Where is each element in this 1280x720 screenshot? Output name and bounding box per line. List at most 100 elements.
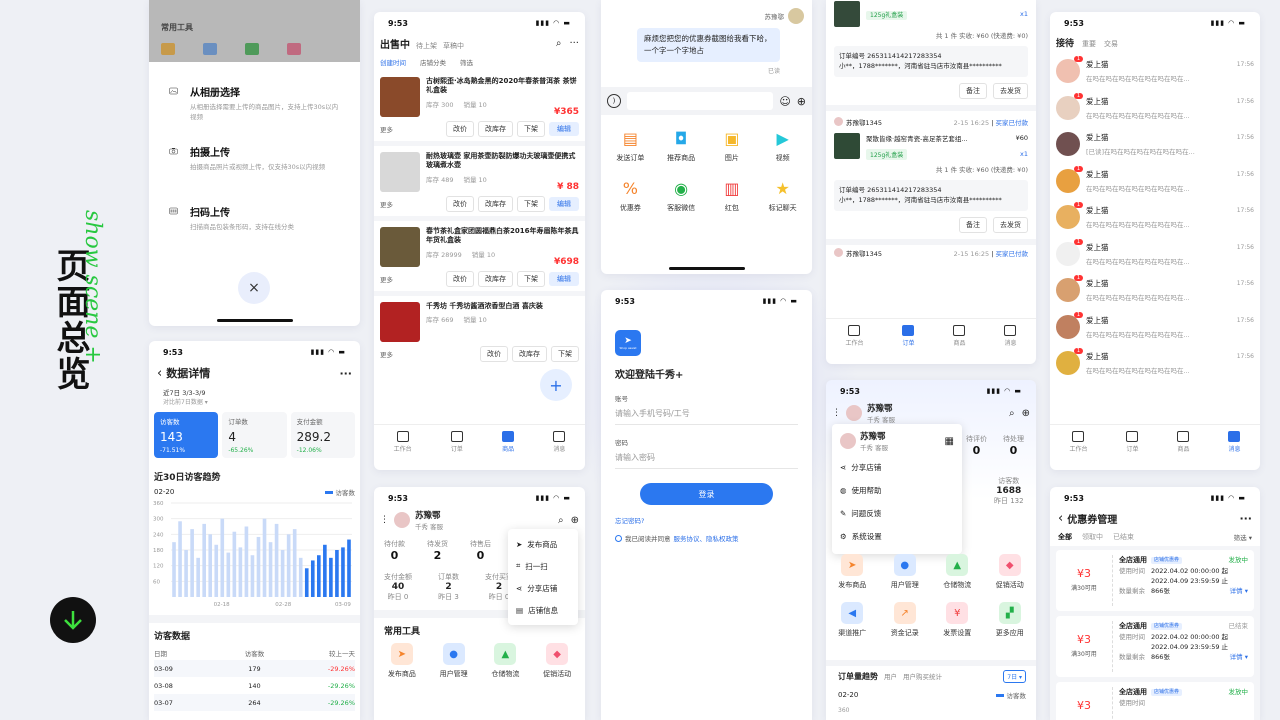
more-action[interactable]: 更多: [380, 199, 393, 209]
popup-help[interactable]: ◍ 使用帮助: [832, 479, 962, 502]
coupon-card[interactable]: ¥3 满30可用 全店通用 店铺优惠券 已结束 使用时间 2022.04.02 00:0…: [1056, 616, 1254, 677]
tab-all[interactable]: 全部: [1058, 532, 1072, 542]
tab-pending[interactable]: 待上架: [416, 41, 437, 51]
product-card[interactable]: 春节茶礼盒家团圆福鼎白茶2016年寿眉陈年茶具年货礼盒装 库存 28999 销量 …: [374, 221, 585, 291]
account-input[interactable]: 请输入手机号码/工号: [615, 403, 798, 425]
search-icon[interactable]: ⌕: [1009, 408, 1015, 419]
search-icon[interactable]: ⌕: [556, 38, 562, 49]
login-button[interactable]: 登录: [640, 483, 773, 505]
app-mark-chat[interactable]: ★ 标记聊天: [757, 177, 808, 213]
tool-promotion[interactable]: ◆ 促销活动: [531, 643, 583, 679]
option-scan[interactable]: 扫码上传 扫描商品包装条形码，支持在线分类: [169, 204, 340, 264]
menu-icon[interactable]: ⋮: [832, 408, 841, 418]
back-icon[interactable]: ‹: [1058, 511, 1063, 526]
voice-icon[interactable]: ): [607, 94, 621, 108]
tool-publish[interactable]: ➤ 发布商品: [826, 554, 879, 590]
add-icon[interactable]: ⊕: [571, 515, 579, 526]
app-red-packet[interactable]: ▥ 红包: [707, 177, 758, 213]
close-button[interactable]: ×: [238, 272, 270, 304]
tool-funds[interactable]: ↗ 资金记录: [879, 602, 932, 638]
app-send-order[interactable]: ▤ 发送订单: [605, 127, 656, 163]
tab-on-sale[interactable]: 出售中: [380, 36, 410, 51]
search-icon[interactable]: ⌕: [558, 515, 564, 526]
change-stock-button[interactable]: 改库存: [478, 271, 513, 287]
chat-list-item[interactable]: 1 爱上猫 17:56 在吗在吗在吗在吗在吗在吗在吗在...: [1050, 90, 1260, 127]
tab-trade[interactable]: 交易: [1104, 39, 1118, 49]
chat-list-item[interactable]: 爱上猫 17:56 [已读]在吗在吗在吗在吗在吗在吗在...: [1050, 126, 1260, 163]
nav-products[interactable]: 商品: [953, 325, 966, 347]
filter-created-time[interactable]: 创建时间: [380, 57, 406, 67]
nav-messages[interactable]: 消息: [1004, 325, 1017, 347]
add-product-fab[interactable]: +: [540, 369, 572, 401]
scroll-down-button[interactable]: [50, 597, 96, 643]
chat-list-item[interactable]: 1 爱上猫 17:56 在吗在吗在吗在吗在吗在吗在吗在...: [1050, 163, 1260, 200]
metric-card-payment[interactable]: 支付金额 289.2 -12.06%: [290, 412, 355, 458]
more-icon[interactable]: ···: [339, 367, 352, 380]
product-card[interactable]: 耐热玻璃壶 家用茶壶防裂防爆功夫玻璃壶便携式 玻璃煮水壶 库存 489 销量 10…: [374, 146, 585, 216]
emoji-icon[interactable]: ☺: [779, 95, 790, 108]
app-coupon[interactable]: % 优惠券: [605, 177, 656, 213]
add-icon[interactable]: ⊕: [797, 95, 806, 108]
nav-workbench[interactable]: 工作台: [845, 325, 864, 347]
tool-publish[interactable]: ➤ 发布商品: [376, 643, 428, 679]
ship-button[interactable]: 去发货: [993, 82, 1028, 99]
change-price-button[interactable]: 改价: [480, 346, 508, 362]
edit-button[interactable]: 编辑: [549, 122, 579, 136]
agree-checkbox[interactable]: [615, 534, 622, 542]
menu-scan[interactable]: ⌗ 扫一扫: [508, 555, 578, 577]
delist-button[interactable]: 下架: [517, 271, 545, 287]
edit-button[interactable]: 编辑: [549, 197, 579, 211]
chat-list-item[interactable]: 1 爱上猫 17:56 在吗在吗在吗在吗在吗在吗在吗在...: [1050, 236, 1260, 273]
change-price-button[interactable]: 改价: [446, 196, 474, 212]
tab-draft[interactable]: 草稿中: [443, 41, 464, 51]
stat-to-review[interactable]: 待评价 0: [966, 434, 987, 457]
popup-feedback[interactable]: ✎ 问题反馈: [832, 502, 962, 525]
add-icon[interactable]: ⊕: [1022, 408, 1030, 419]
app-recommend[interactable]: ◘ 推荐商品: [656, 127, 707, 163]
tab-claiming[interactable]: 领取中: [1082, 532, 1103, 542]
menu-shop-info[interactable]: ▤ 店铺信息: [508, 599, 578, 621]
option-camera[interactable]: 拍摄上传 拍摄商品照片或视频上传，仅支持30s以内视频: [169, 144, 340, 204]
more-icon[interactable]: ···: [1239, 512, 1252, 525]
tab-user-purchase[interactable]: 用户购买统计: [903, 671, 942, 681]
chat-list-item[interactable]: 1 爱上猫 17:56 在吗在吗在吗在吗在吗在吗在吗在...: [1050, 272, 1260, 309]
more-icon[interactable]: ···: [569, 38, 579, 49]
detail-link[interactable]: 详情 ▾: [1230, 586, 1248, 596]
menu-icon[interactable]: ⋮: [380, 515, 389, 525]
change-stock-button[interactable]: 改库存: [512, 346, 547, 362]
tab-users[interactable]: 用户: [884, 671, 897, 681]
tab-ended[interactable]: 已结束: [1113, 532, 1134, 542]
stat-after-sale[interactable]: 待售后 0: [470, 539, 491, 562]
ship-button[interactable]: 去发货: [993, 216, 1028, 233]
stat-to-ship[interactable]: 待发货 2: [427, 539, 448, 562]
agreement-links[interactable]: 服务协议、隐私权政策: [674, 533, 739, 543]
more-action[interactable]: 更多: [380, 124, 393, 134]
tool-more[interactable]: ▞ 更多应用: [984, 602, 1037, 638]
metric-card-orders[interactable]: 订单数 4 -65.26%: [222, 412, 287, 458]
nav-products[interactable]: 商品: [502, 431, 514, 453]
change-stock-button[interactable]: 改库存: [478, 121, 513, 137]
chat-list-item[interactable]: 1 爱上猫 17:56 在吗在吗在吗在吗在吗在吗在吗在...: [1050, 309, 1260, 346]
popup-settings[interactable]: ⚙ 系统设置: [832, 525, 962, 548]
more-action[interactable]: 更多: [380, 274, 393, 284]
chat-list-item[interactable]: 1 爱上猫 17:56 在吗在吗在吗在吗在吗在吗在吗在...: [1050, 199, 1260, 236]
qrcode-icon[interactable]: ▦: [945, 436, 954, 447]
chat-input[interactable]: [627, 92, 774, 110]
nav-workbench[interactable]: 工作台: [1069, 431, 1088, 453]
chat-list-item[interactable]: 1 爱上猫 17:56 在吗在吗在吗在吗在吗在吗在吗在...: [1050, 53, 1260, 90]
back-icon[interactable]: ‹: [157, 366, 162, 381]
note-button[interactable]: 备注: [959, 216, 987, 233]
nav-workbench[interactable]: 工作台: [394, 431, 412, 453]
menu-share-shop[interactable]: ⋖ 分享店铺: [508, 577, 578, 599]
edit-button[interactable]: 编辑: [549, 272, 579, 286]
tool-users[interactable]: ● 用户管理: [879, 554, 932, 590]
menu-publish-product[interactable]: ➤ 发布商品: [508, 533, 578, 555]
nav-orders[interactable]: 订单: [902, 325, 915, 347]
product-card[interactable]: 千秀坊 千秀坊酱酒浓香型白酒 喜庆装 库存 669 销量 10 更多 改价 改库存…: [374, 296, 585, 366]
filter-more[interactable]: 筛选: [460, 57, 473, 67]
tool-channel[interactable]: ◀ 渠道推广: [826, 602, 879, 638]
app-wechat[interactable]: ◉ 客服微信: [656, 177, 707, 213]
nav-messages[interactable]: 消息: [1228, 431, 1241, 453]
nav-orders[interactable]: 订单: [450, 431, 463, 453]
tool-warehouse[interactable]: ▲ 仓储物流: [480, 643, 532, 679]
